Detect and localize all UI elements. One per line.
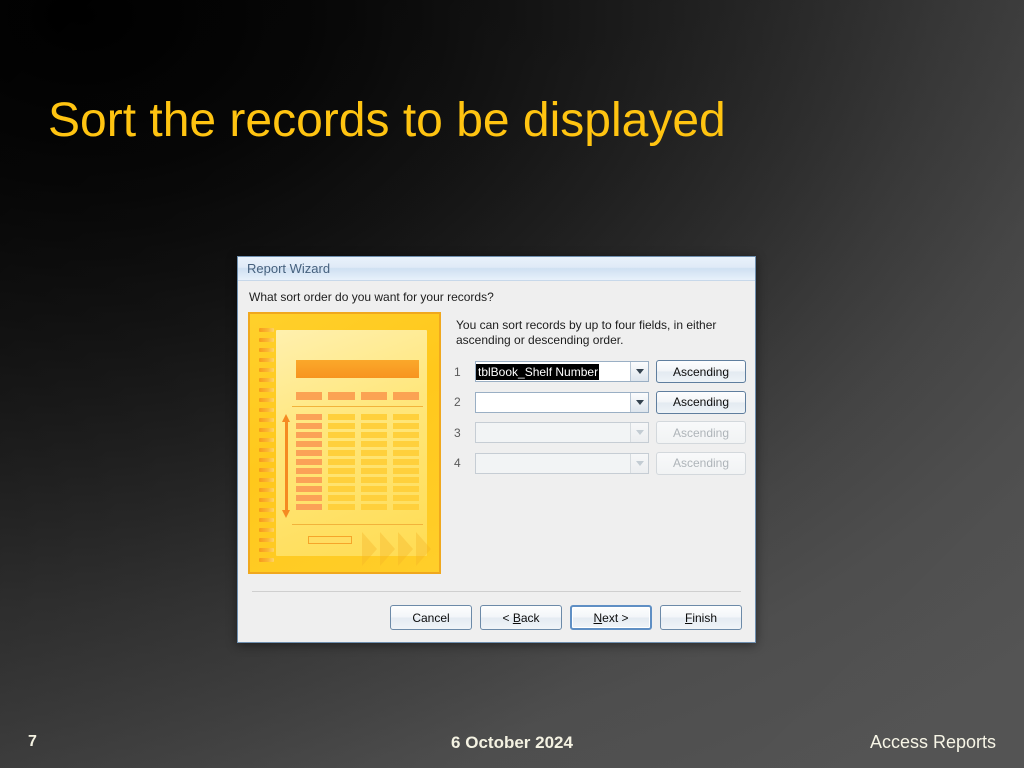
sort-order-button-3: Ascending bbox=[656, 421, 746, 444]
preview-chevron-watermark-icon bbox=[343, 524, 435, 568]
sort-row-number-4: 4 bbox=[454, 456, 461, 470]
chevron-down-icon[interactable] bbox=[630, 362, 648, 381]
cancel-button[interactable]: Cancel bbox=[390, 605, 472, 630]
dialog-main: You can sort records by up to four field… bbox=[248, 312, 746, 642]
preview-column-2 bbox=[328, 414, 355, 518]
report-preview-image bbox=[248, 312, 441, 574]
sort-hint-text: You can sort records by up to four field… bbox=[456, 318, 717, 347]
sort-field-combo-3 bbox=[475, 422, 649, 443]
dialog-title-bar: Report Wizard bbox=[238, 257, 755, 281]
dialog-title: Report Wizard bbox=[247, 261, 331, 276]
back-button[interactable]: < Back bbox=[480, 605, 562, 630]
sort-row-3: 3 Ascending bbox=[454, 421, 746, 444]
sort-options-pane: You can sort records by up to four field… bbox=[454, 312, 746, 642]
page-title: Sort the records to be displayed bbox=[48, 94, 726, 147]
dialog-button-bar: Cancel < Back Next > Finish bbox=[390, 605, 742, 630]
sort-field-value-1: tblBook_Shelf Number bbox=[476, 363, 600, 380]
sort-row-2: 2 Ascending bbox=[454, 390, 746, 414]
sort-row-number-1: 1 bbox=[454, 364, 461, 379]
sort-order-button-4: Ascending bbox=[656, 451, 746, 475]
preview-data-columns bbox=[296, 414, 419, 518]
back-button-label: < Back bbox=[502, 610, 540, 625]
next-button-label: Next > bbox=[593, 610, 629, 625]
sort-row-number-2: 2 bbox=[454, 395, 461, 409]
sort-field-combo-4 bbox=[475, 452, 649, 474]
preview-column-sorted bbox=[296, 414, 323, 518]
slide-subject: Access Reports bbox=[869, 732, 996, 752]
dialog-body: What sort order do you want for your rec… bbox=[238, 281, 755, 642]
sort-order-button-1[interactable]: Ascending bbox=[656, 360, 746, 383]
preview-report-title-bar bbox=[296, 360, 419, 378]
preview-column-4 bbox=[392, 414, 419, 518]
finish-button-label: Finish bbox=[684, 610, 718, 625]
dialog-question: What sort order do you want for your rec… bbox=[249, 290, 494, 304]
preview-spiral-binding-icon bbox=[259, 328, 274, 562]
report-wizard-dialog: Report Wizard What sort order do you wan… bbox=[237, 256, 756, 643]
finish-button[interactable]: Finish bbox=[660, 605, 742, 630]
sort-field-combo-1[interactable]: tblBook_Shelf Number bbox=[475, 361, 649, 382]
preview-column-3 bbox=[360, 414, 387, 518]
sort-rows-list: 1 tblBook_Shelf Number Ascending 2 Ascen… bbox=[454, 360, 746, 475]
chevron-down-icon bbox=[630, 453, 648, 473]
preview-column-headers bbox=[296, 392, 419, 400]
preview-rule-top bbox=[292, 406, 423, 407]
sort-field-combo-2[interactable] bbox=[475, 391, 649, 413]
sort-row-number-3: 3 bbox=[454, 425, 461, 440]
chevron-down-icon bbox=[630, 423, 648, 442]
sort-row-4: 4 Ascending bbox=[454, 451, 746, 475]
next-button[interactable]: Next > bbox=[570, 605, 652, 630]
sort-order-button-2[interactable]: Ascending bbox=[656, 390, 746, 414]
sort-row-1: 1 tblBook_Shelf Number Ascending bbox=[454, 360, 746, 383]
chevron-down-icon[interactable] bbox=[630, 392, 648, 412]
preview-sort-arrow-icon bbox=[282, 414, 291, 518]
dialog-separator bbox=[252, 591, 741, 592]
